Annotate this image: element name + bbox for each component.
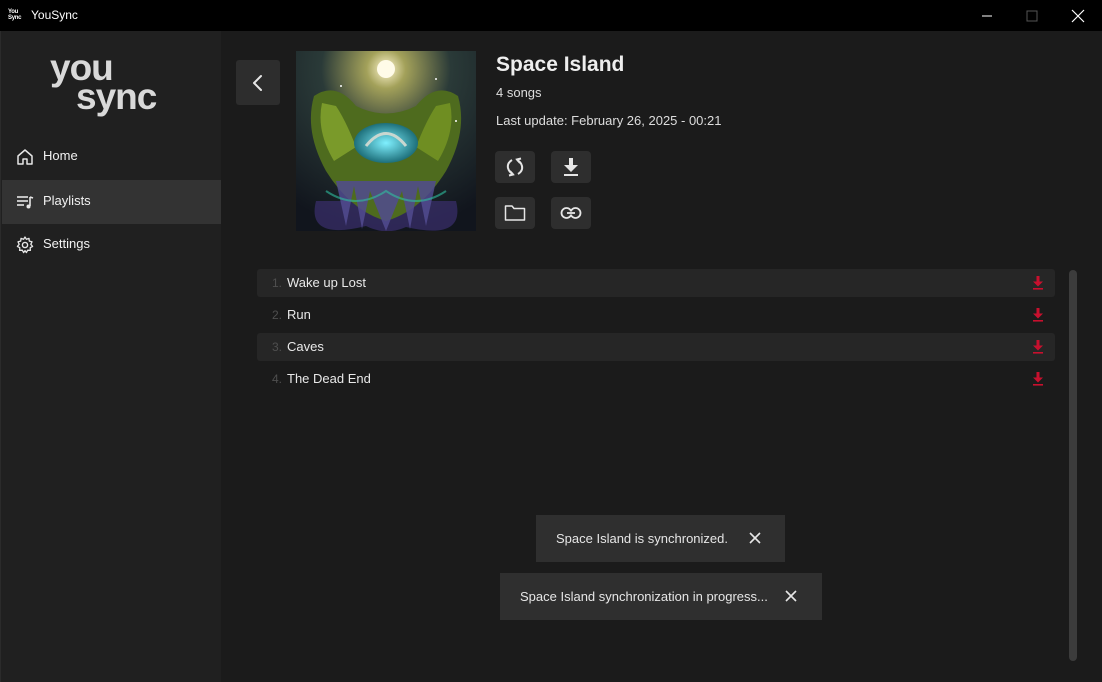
playlist-cover: [296, 51, 476, 231]
chevron-left-icon: [253, 74, 262, 91]
sidebar-item-label: Playlists: [43, 193, 91, 208]
minimize-button[interactable]: [964, 0, 1010, 31]
open-folder-button[interactable]: [495, 197, 535, 229]
sidebar-item-label: Settings: [43, 236, 90, 251]
close-icon: [1071, 9, 1085, 22]
song-title: The Dead End: [287, 371, 371, 386]
playlist-title: Space Island: [496, 53, 625, 76]
sidebar-item-settings[interactable]: Settings: [2, 223, 222, 267]
song-row[interactable]: 1. Wake up Lost: [257, 269, 1055, 297]
folder-icon: [504, 205, 526, 221]
song-title: Run: [287, 307, 311, 322]
download-all-button[interactable]: [551, 151, 591, 183]
song-download-icon[interactable]: [1031, 307, 1045, 323]
song-number: 2.: [271, 308, 282, 322]
close-icon[interactable]: [748, 531, 762, 545]
close-window-button[interactable]: [1055, 0, 1101, 31]
toast-notification: Space Island synchronization in progress…: [500, 573, 822, 620]
close-icon[interactable]: [784, 589, 798, 603]
download-icon: [564, 158, 578, 176]
title-bar: You Sync YouSync: [0, 0, 1102, 31]
song-download-icon[interactable]: [1031, 371, 1045, 387]
copy-link-button[interactable]: [551, 197, 591, 229]
song-row[interactable]: 4. The Dead End: [257, 365, 1055, 393]
window-title: YouSync: [31, 8, 78, 22]
sidebar-item-playlists[interactable]: Playlists: [2, 180, 222, 224]
sync-button[interactable]: [495, 151, 535, 183]
back-button[interactable]: [236, 60, 280, 105]
maximize-icon: [1026, 10, 1038, 21]
app-icon: You Sync: [8, 9, 22, 21]
sidebar-item-label: Home: [43, 148, 78, 163]
sidebar-item-home[interactable]: Home: [2, 135, 222, 179]
song-download-icon[interactable]: [1031, 275, 1045, 291]
last-update: Last update: February 26, 2025 - 00:21: [496, 113, 722, 128]
scrollbar[interactable]: [1069, 270, 1077, 661]
toast-message: Space Island is synchronized.: [556, 531, 728, 546]
song-row[interactable]: 2. Run: [257, 301, 1055, 329]
song-number: 4.: [271, 372, 282, 386]
maximize-button[interactable]: [1009, 0, 1055, 31]
song-number: 3.: [271, 340, 282, 354]
song-download-icon[interactable]: [1031, 339, 1045, 355]
toast-message: Space Island synchronization in progress…: [520, 589, 768, 604]
song-title: Wake up Lost: [287, 275, 367, 290]
cover-art-image: [296, 51, 476, 231]
song-count: 4 songs: [496, 85, 542, 100]
link-icon: [560, 207, 582, 219]
minimize-icon: [982, 15, 992, 16]
app-logo: you sync: [50, 47, 157, 117]
sidebar: you sync Home Playlists Settings: [0, 31, 222, 682]
playlist-icon: [17, 196, 34, 209]
song-title: Caves: [287, 339, 324, 354]
sync-icon: [506, 157, 524, 177]
toast-notification: Space Island is synchronized.: [536, 515, 785, 562]
song-number: 1.: [271, 276, 282, 290]
gear-icon: [16, 236, 34, 254]
home-icon: [17, 149, 33, 165]
song-row[interactable]: 3. Caves: [257, 333, 1055, 361]
